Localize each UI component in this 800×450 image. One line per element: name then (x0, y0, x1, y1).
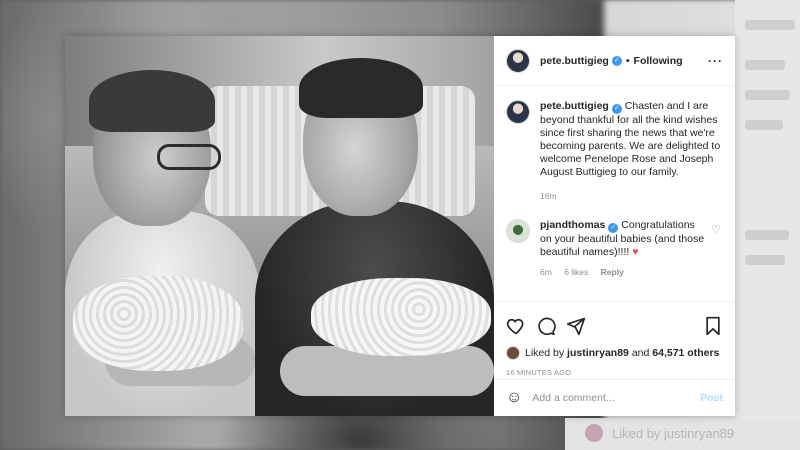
photo-glasses (157, 144, 221, 170)
ghost-line (745, 230, 789, 240)
caption-author-avatar[interactable] (506, 100, 530, 124)
comment-likes[interactable]: 6 likes (564, 267, 588, 277)
verified-badge-icon: ✓ (611, 104, 622, 114)
ghost-line (745, 120, 783, 130)
comment-time[interactable]: 6m (540, 267, 552, 277)
author-username[interactable]: pete.buttigieg (540, 55, 609, 67)
bookmark-icon[interactable] (703, 316, 723, 336)
ghost-line (745, 255, 785, 265)
post-actions: Liked by justinryan89 and 64,571 others … (494, 301, 735, 377)
ghost-line (745, 90, 790, 100)
ellipsis-icon[interactable]: ··· (708, 54, 723, 68)
commenter-avatar[interactable] (506, 219, 530, 243)
instagram-post-card: pete.buttigieg ✓ • Following ··· pete.bu… (65, 36, 735, 416)
likes-summary: Liked by justinryan89 and 64,571 others (506, 346, 723, 360)
post-comment-button[interactable]: Post (700, 392, 723, 404)
likes-prefix: Liked by (525, 347, 565, 359)
heart-icon[interactable] (506, 316, 526, 336)
liker-username[interactable]: justinryan89 (567, 347, 629, 359)
commenter-username[interactable]: pjandthomas (540, 219, 605, 231)
verified-badge-icon: ✓ (608, 223, 619, 233)
comment-like-heart-icon[interactable]: ♡ (711, 223, 721, 236)
background-ghost-panel (735, 0, 800, 450)
share-icon[interactable] (566, 316, 586, 336)
post-photo[interactable] (65, 36, 494, 416)
header-separator: • (625, 54, 630, 67)
likes-count[interactable]: 64,571 others (652, 347, 719, 359)
ghost-line (745, 20, 795, 30)
post-header: pete.buttigieg ✓ • Following ··· (494, 36, 735, 86)
red-heart-emoji: ♥ (632, 246, 639, 258)
post-side-panel: pete.buttigieg ✓ • Following ··· pete.bu… (494, 36, 735, 416)
reply-button[interactable]: Reply (601, 267, 624, 277)
liker-avatar[interactable] (506, 346, 520, 360)
caption-text-block: pete.buttigieg ✓ Chasten and I are beyond… (540, 100, 723, 179)
comment-item: pjandthomas ✓ Congratulations on your bea… (506, 219, 723, 259)
likes-conjunction: and (631, 347, 650, 359)
photo-baby-right (311, 278, 491, 356)
add-comment-bar: ☺ Post (494, 379, 735, 416)
action-icons (506, 314, 723, 338)
photo-person-left-hair (89, 70, 215, 132)
ghost-line (745, 60, 785, 70)
caption-username[interactable]: pete.buttigieg (540, 100, 609, 112)
photo-baby-left (73, 276, 243, 371)
post-timestamp[interactable]: 16 MINUTES AGO (506, 368, 723, 377)
comment-meta: 6m 6 likes Reply (540, 267, 723, 277)
comment-input[interactable] (532, 392, 683, 404)
ghost-likes-text: Liked by justinryan89 (612, 426, 735, 441)
comment-text-block: pjandthomas ✓ Congratulations on your bea… (540, 219, 708, 259)
verified-badge-icon: ✓ (611, 55, 622, 66)
ghost-avatar (585, 424, 603, 442)
comments-list[interactable]: pete.buttigieg ✓ Chasten and I are beyond… (494, 86, 735, 301)
author-avatar[interactable] (506, 48, 530, 73)
comment-icon[interactable] (536, 316, 556, 336)
photo-person-right-hair (299, 58, 423, 118)
caption-timestamp[interactable]: 16m (540, 191, 723, 201)
post-caption: pete.buttigieg ✓ Chasten and I are beyond… (506, 100, 723, 179)
following-button[interactable]: Following (634, 55, 683, 67)
emoji-icon[interactable]: ☺ (506, 389, 522, 407)
